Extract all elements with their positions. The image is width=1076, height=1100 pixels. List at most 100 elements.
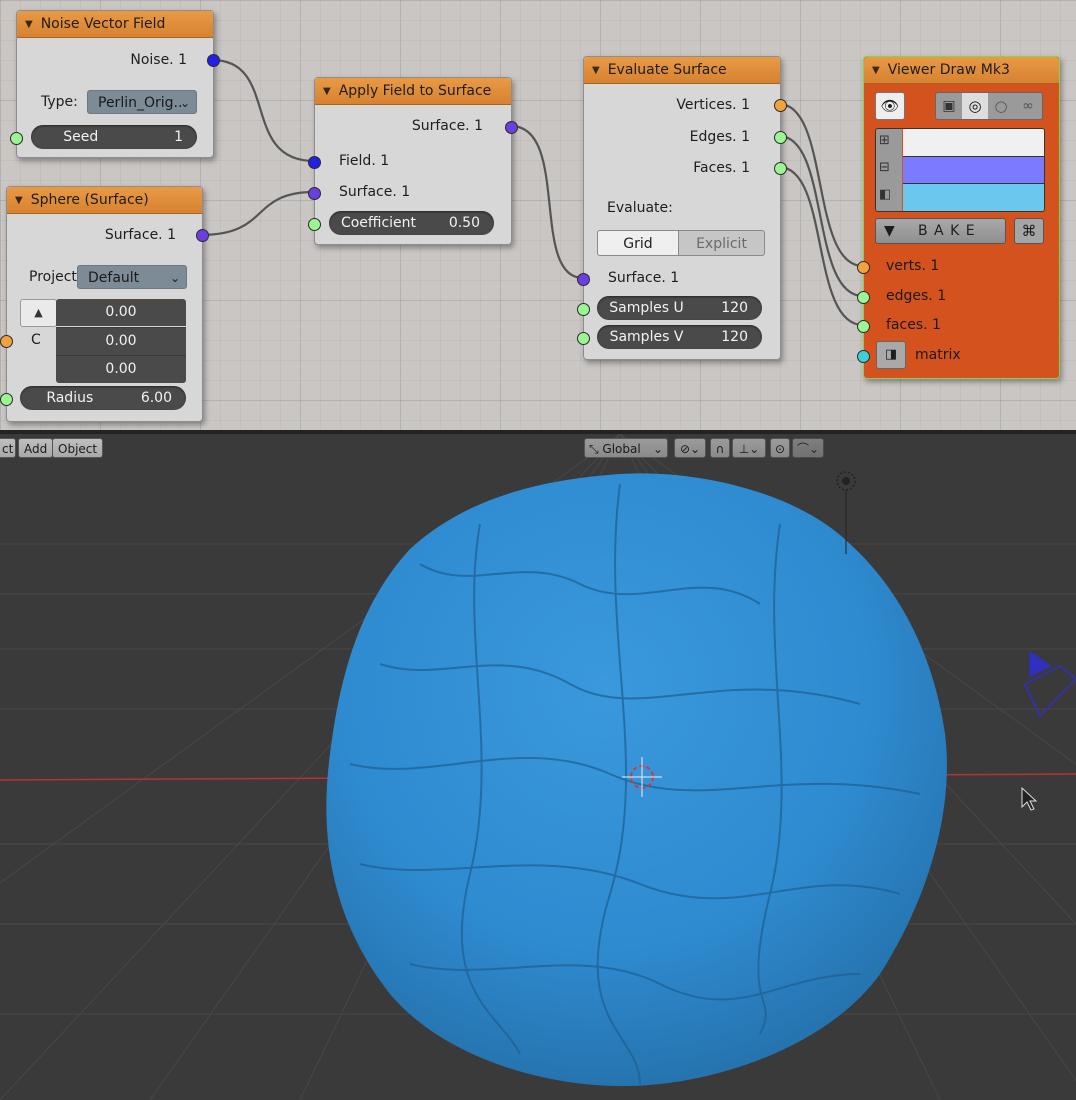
mode-grid-button[interactable]: Grid — [597, 230, 679, 256]
center-y-field[interactable]: 0.00 — [56, 327, 186, 355]
noise-deformed-sphere[interactable] — [326, 473, 947, 1087]
menu-object[interactable]: Object — [52, 438, 104, 458]
cube-icon[interactable]: ▣ — [936, 93, 962, 119]
edges-input-label: edges. 1 — [886, 288, 947, 304]
menu-add[interactable]: Add — [18, 438, 54, 458]
link-noise-field — [211, 58, 315, 163]
node-sphere-surface[interactable]: ▼ Sphere (Surface) Surface. 1 Project Def… — [0, 186, 209, 422]
socket-verts-input[interactable] — [857, 261, 870, 274]
sphere-icon[interactable]: ○ — [988, 93, 1014, 119]
chevron-down-icon: ⌄ — [179, 96, 190, 110]
socket-faces-output[interactable] — [774, 162, 787, 175]
surface-input-label: Surface. 1 — [339, 184, 411, 200]
node-apply-field-to-surface[interactable]: ▼ Apply Field to Surface Surface. 1 Field… — [308, 77, 518, 245]
collapse-triangle-icon[interactable]: ▼ — [323, 86, 331, 97]
node-header[interactable]: ▼ Noise Vector Field — [17, 11, 213, 38]
collapse-triangle-icon[interactable]: ▼ — [592, 65, 600, 76]
node-header[interactable]: ▼ Apply Field to Surface — [315, 78, 511, 105]
samples-u-label: Samples U — [609, 300, 684, 316]
node-header[interactable]: ▼ Evaluate Surface — [584, 57, 780, 84]
orientation-dropdown[interactable]: ⤡ Global ⌄ — [584, 438, 668, 458]
face-color-swatch[interactable] — [903, 183, 1044, 211]
project-dropdown[interactable]: Default ⌄ — [77, 265, 187, 289]
socket-edges-input[interactable] — [857, 291, 870, 304]
collapse-triangle-icon[interactable]: ▼ — [25, 19, 33, 30]
display-mode-group: ▣ ◎ ○ ∞ — [935, 92, 1043, 120]
link-sphere-surface — [200, 190, 315, 237]
coefficient-label: Coefficient — [340, 215, 417, 231]
node-editor[interactable]: ▼ Noise Vector Field Noise. 1 Type: Perli… — [0, 0, 1076, 430]
type-dropdown[interactable]: Perlin_Orig.. ⌄ — [87, 90, 197, 114]
socket-seed-input[interactable] — [10, 132, 23, 145]
socket-faces-input[interactable] — [857, 320, 870, 333]
samples-v-field[interactable]: Samples V 120 — [597, 325, 762, 349]
coefficient-field[interactable]: Coefficient 0.50 — [329, 211, 494, 235]
output-label: Surface. 1 — [411, 118, 483, 134]
socket-surface-input[interactable] — [577, 273, 590, 286]
node-noise-vector-field[interactable]: ▼ Noise Vector Field Noise. 1 Type: Perli… — [10, 10, 220, 158]
evaluate-label: Evaluate: — [607, 200, 673, 216]
socket-matrix-input[interactable] — [857, 350, 870, 363]
radius-value: 6.00 — [140, 390, 172, 406]
node-viewer-draw-mk3[interactable]: ▼ Viewer Draw Mk3 👁 ▣ ◎ ○ ∞ ⊞ ⊟ ◧ ▼ B A K… — [857, 56, 1060, 379]
output-label: Noise. 1 — [130, 52, 187, 68]
node-evaluate-surface[interactable]: ▼ Evaluate Surface Vertices. 1 Edges. 1 F… — [577, 56, 787, 360]
falloff-icon[interactable]: ⌒⌄ — [792, 438, 824, 458]
menu-select[interactable]: ct — [0, 438, 16, 458]
socket-surface-output[interactable] — [505, 121, 518, 134]
link-vertices-verts — [778, 102, 864, 268]
socket-edges-output[interactable] — [774, 131, 787, 144]
viewport-header: ct Add Object ⤡ Global ⌄ ⊘⌄ ∩ ⊥⌄ ⊙ ⌒⌄ — [0, 434, 1076, 462]
bake-button[interactable]: ▼ B A K E — [875, 218, 1006, 244]
color-swatch-stack: ⊞ ⊟ ◧ — [875, 128, 1045, 212]
vertex-color-swatch[interactable] — [903, 129, 1044, 156]
radius-field[interactable]: Radius 6.00 — [20, 386, 186, 410]
coefficient-value: 0.50 — [448, 215, 480, 231]
field-input-label: Field. 1 — [339, 153, 390, 169]
link-apply-evaluate — [510, 124, 584, 280]
center-x-field[interactable]: 0.00 — [56, 299, 186, 326]
seed-label: Seed — [63, 129, 99, 145]
socket-coefficient-input[interactable] — [308, 218, 321, 231]
snap-element-icon[interactable]: ⊥⌄ — [732, 438, 766, 458]
link-icon[interactable]: ∞ — [1014, 93, 1042, 119]
socket-surface-input[interactable] — [308, 187, 321, 200]
link-edges-edges — [778, 134, 864, 298]
node-header[interactable]: ▼ Sphere (Surface) — [7, 187, 202, 214]
type-value: Perlin_Orig.. — [98, 95, 183, 111]
bounding-box-icon[interactable]: ⌘ — [1014, 218, 1044, 244]
bake-triangle-icon: ▼ — [884, 223, 895, 239]
center-z-field[interactable]: 0.00 — [56, 355, 186, 383]
type-label: Type: — [41, 94, 78, 110]
samples-u-field[interactable]: Samples U 120 — [597, 296, 762, 320]
edge-mode-icon: ⊟ — [879, 160, 890, 175]
vertex-mode-icon: ⊞ — [879, 133, 890, 148]
samples-v-value: 120 — [721, 329, 748, 345]
socket-samples-u-input[interactable] — [577, 303, 590, 316]
socket-surface-output[interactable] — [196, 229, 209, 242]
chevron-down-icon: ⌄ — [169, 271, 180, 285]
edges-output-label: Edges. 1 — [689, 129, 750, 145]
pivot-icon[interactable]: ⊘⌄ — [674, 438, 706, 458]
surface-input-label: Surface. 1 — [608, 270, 680, 286]
3d-viewport[interactable]: ct Add Object ⤡ Global ⌄ ⊘⌄ ∩ ⊥⌄ ⊙ ⌒⌄ — [0, 434, 1076, 1100]
wire-circle-icon[interactable]: ◎ — [962, 93, 988, 119]
eye-icon[interactable]: 👁 — [875, 92, 905, 120]
collapse-triangle-icon[interactable]: ▼ — [872, 65, 880, 76]
mode-explicit-button[interactable]: Explicit — [679, 230, 765, 256]
socket-radius-input[interactable] — [0, 393, 13, 406]
expand-arrow-button[interactable]: ▲ — [20, 299, 57, 327]
socket-field-input[interactable] — [308, 156, 321, 169]
socket-vertices-output[interactable] — [774, 99, 787, 112]
socket-noise-output[interactable] — [207, 54, 220, 67]
proportional-edit-icon[interactable]: ⊙ — [770, 438, 790, 458]
socket-center-input[interactable] — [0, 335, 13, 348]
magnet-icon[interactable]: ∩ — [710, 438, 730, 458]
seed-field[interactable]: Seed 1 — [31, 125, 197, 149]
socket-samples-v-input[interactable] — [577, 332, 590, 345]
edge-color-swatch[interactable] — [903, 156, 1044, 184]
node-header[interactable]: ▼ Viewer Draw Mk3 — [864, 57, 1059, 84]
matrix-toggle-icon[interactable]: ◨ — [876, 341, 906, 369]
verts-input-label: verts. 1 — [886, 258, 940, 274]
collapse-triangle-icon[interactable]: ▼ — [15, 195, 23, 206]
